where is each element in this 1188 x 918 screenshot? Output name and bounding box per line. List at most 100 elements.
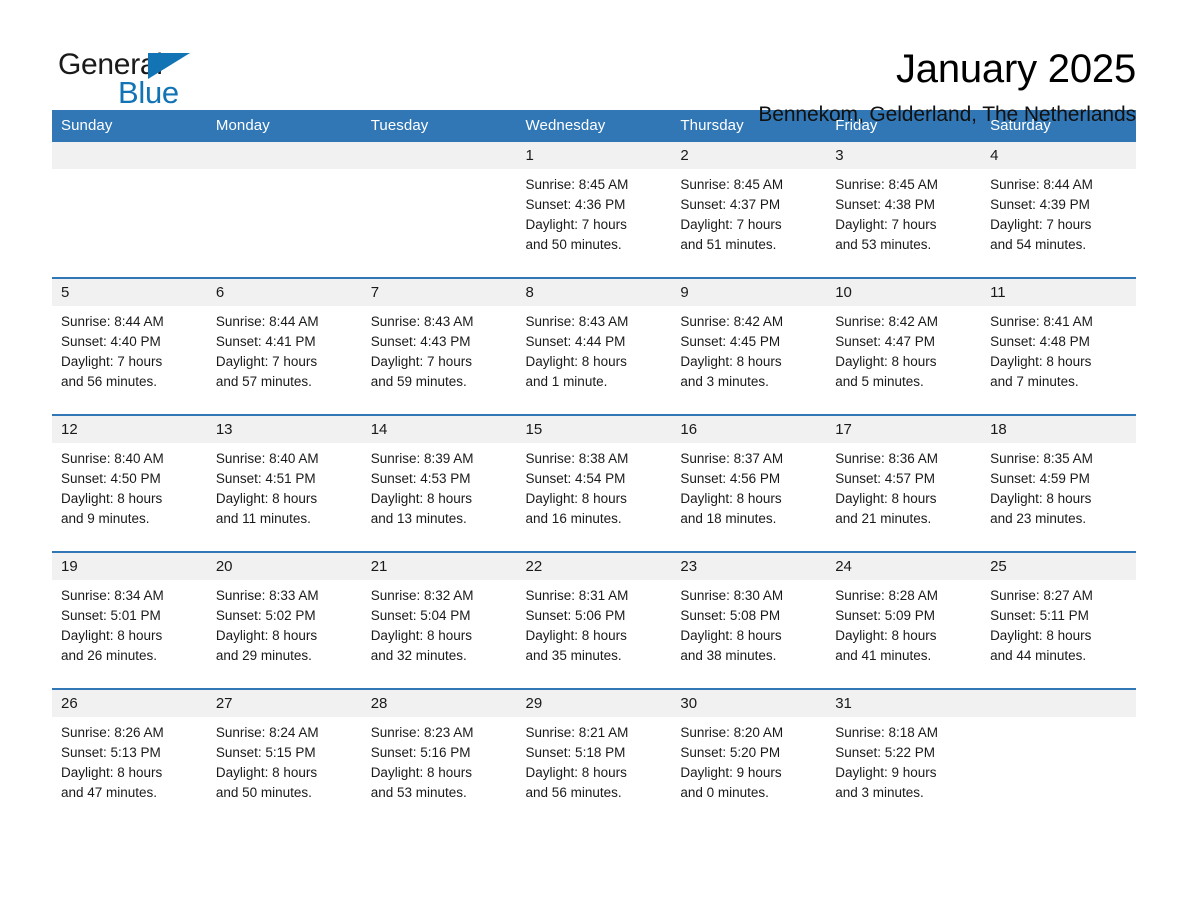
calendar-day-cell[interactable]: 3 Sunrise: 8:45 AM Sunset: 4:38 PM Daylight… — [826, 142, 982, 278]
daylight-text-line2: and 56 minutes. — [525, 785, 622, 800]
sunrise-text: Sunrise: 8:43 AM — [370, 314, 474, 329]
day-details: Sunrise: 8:42 AM Sunset: 4:45 PM Daylight:… — [671, 306, 826, 392]
calendar-day-cell[interactable]: 26 Sunrise: 8:26 AM Sunset: 5:13 PM Dayligh… — [52, 688, 207, 825]
calendar-day-cell[interactable]: 18 Sunrise: 8:35 AM Sunset: 4:59 PM Dayligh… — [981, 414, 1136, 552]
daylight-text-line1: Daylight: 8 hours — [370, 491, 472, 506]
calendar-day-cell[interactable]: 16 Sunrise: 8:37 AM Sunset: 4:56 PM Dayligh… — [671, 414, 827, 552]
day-number: 10 — [826, 279, 982, 306]
calendar-day-cell[interactable]: 14 Sunrise: 8:39 AM Sunset: 4:53 PM Dayligh… — [361, 414, 517, 552]
sunrise-text: Sunrise: 8:20 AM — [680, 725, 784, 740]
day-number: 5 — [52, 279, 207, 306]
sunset-text: Sunset: 5:16 PM — [370, 745, 471, 760]
calendar-day-cell[interactable]: 12 Sunrise: 8:40 AM Sunset: 4:50 PM Dayligh… — [52, 414, 207, 552]
calendar-day-cell[interactable]: 29 Sunrise: 8:21 AM Sunset: 5:18 PM Dayligh… — [516, 688, 672, 825]
calendar-page: General Blue January 2025 Bennekom, Geld… — [0, 0, 1188, 918]
sunrise-text: Sunrise: 8:39 AM — [370, 451, 474, 466]
calendar-day-cell[interactable]: 19 Sunrise: 8:34 AM Sunset: 5:01 PM Dayligh… — [52, 551, 207, 689]
day-details: Sunrise: 8:44 AM Sunset: 4:40 PM Daylight:… — [52, 306, 207, 392]
calendar-week-row: 26 Sunrise: 8:26 AM Sunset: 5:13 PM Dayligh… — [52, 688, 1136, 825]
sunset-text: Sunset: 5:01 PM — [61, 608, 161, 623]
calendar-day-cell[interactable]: 6 Sunrise: 8:44 AM Sunset: 4:41 PM Daylight… — [206, 277, 362, 415]
daylight-text-line1: Daylight: 8 hours — [525, 628, 627, 643]
calendar-day-cell[interactable]: 13 Sunrise: 8:40 AM Sunset: 4:51 PM Dayligh… — [206, 414, 362, 552]
day-number: 2 — [671, 142, 827, 169]
day-details: Sunrise: 8:37 AM Sunset: 4:56 PM Daylight:… — [671, 443, 826, 529]
calendar-day-cell[interactable]: 21 Sunrise: 8:32 AM Sunset: 5:04 PM Dayligh… — [361, 551, 517, 689]
calendar-day-cell[interactable]: 1 Sunrise: 8:45 AM Sunset: 4:36 PM Daylight… — [516, 142, 672, 278]
daylight-text-line1: Daylight: 7 hours — [370, 354, 472, 369]
sunrise-text: Sunrise: 8:44 AM — [61, 314, 164, 329]
daylight-text-line2: and 11 minutes. — [215, 511, 311, 526]
calendar-week-row: 1 Sunrise: 8:45 AM Sunset: 4:36 PM Daylight… — [52, 142, 1136, 278]
daylight-text-line1: Daylight: 8 hours — [61, 765, 163, 780]
sunrise-text: Sunrise: 8:45 AM — [525, 177, 629, 192]
title-block: January 2025 Bennekom, Gelderland, The N… — [222, 46, 1136, 128]
day-number: 25 — [981, 553, 1136, 580]
daylight-text-line1: Daylight: 8 hours — [61, 491, 163, 506]
calendar-day-cell[interactable]: 11 Sunrise: 8:41 AM Sunset: 4:48 PM Dayligh… — [981, 277, 1136, 415]
sunset-text: Sunset: 4:43 PM — [370, 334, 471, 349]
day-details: Sunrise: 8:45 AM Sunset: 4:36 PM Daylight:… — [517, 169, 672, 255]
daylight-text-line1: Daylight: 8 hours — [61, 628, 163, 643]
day-number — [981, 690, 1136, 717]
daylight-text-line2: and 57 minutes. — [215, 374, 312, 389]
sunset-text: Sunset: 4:53 PM — [370, 471, 471, 486]
daylight-text-line1: Daylight: 8 hours — [680, 354, 782, 369]
calendar-day-cell[interactable]: 15 Sunrise: 8:38 AM Sunset: 4:54 PM Dayligh… — [516, 414, 672, 552]
calendar-day-cell[interactable]: 22 Sunrise: 8:31 AM Sunset: 5:06 PM Dayligh… — [516, 551, 672, 689]
sunset-text: Sunset: 4:39 PM — [990, 197, 1090, 212]
day-details: Sunrise: 8:38 AM Sunset: 4:54 PM Daylight:… — [517, 443, 672, 529]
calendar-day-cell[interactable]: 9 Sunrise: 8:42 AM Sunset: 4:45 PM Daylight… — [671, 277, 827, 415]
day-number: 29 — [516, 690, 672, 717]
day-number: 1 — [516, 142, 672, 169]
day-number: 16 — [671, 416, 827, 443]
sunrise-text: Sunrise: 8:28 AM — [835, 588, 939, 603]
daylight-text-line2: and 50 minutes. — [525, 237, 622, 252]
day-details: Sunrise: 8:44 AM Sunset: 4:39 PM Daylight:… — [981, 169, 1136, 255]
daylight-text-line1: Daylight: 8 hours — [370, 628, 472, 643]
calendar-day-cell[interactable]: 10 Sunrise: 8:42 AM Sunset: 4:47 PM Dayligh… — [826, 277, 982, 415]
calendar-day-cell[interactable]: 27 Sunrise: 8:24 AM Sunset: 5:15 PM Dayligh… — [206, 688, 362, 825]
daylight-text-line1: Daylight: 7 hours — [525, 217, 627, 232]
day-number: 30 — [671, 690, 827, 717]
daylight-text-line2: and 29 minutes. — [215, 648, 312, 663]
calendar-day-cell[interactable]: 31 Sunrise: 8:18 AM Sunset: 5:22 PM Dayligh… — [826, 688, 982, 825]
sunrise-text: Sunrise: 8:44 AM — [215, 314, 319, 329]
calendar-day-cell[interactable]: 2 Sunrise: 8:45 AM Sunset: 4:37 PM Daylight… — [671, 142, 827, 278]
calendar-day-cell[interactable]: 5 Sunrise: 8:44 AM Sunset: 4:40 PM Daylight… — [52, 277, 207, 415]
daylight-text-line1: Daylight: 8 hours — [835, 628, 937, 643]
day-number: 8 — [516, 279, 672, 306]
day-details: Sunrise: 8:21 AM Sunset: 5:18 PM Daylight:… — [517, 717, 672, 803]
sunset-text: Sunset: 5:02 PM — [215, 608, 316, 623]
day-details: Sunrise: 8:45 AM Sunset: 4:37 PM Daylight:… — [671, 169, 826, 255]
day-details: Sunrise: 8:34 AM Sunset: 5:01 PM Daylight:… — [52, 580, 207, 666]
daylight-text-line1: Daylight: 7 hours — [215, 354, 318, 369]
daylight-text-line1: Daylight: 8 hours — [215, 491, 318, 506]
calendar-day-cell[interactable]: 24 Sunrise: 8:28 AM Sunset: 5:09 PM Dayligh… — [826, 551, 982, 689]
calendar-day-cell[interactable]: 30 Sunrise: 8:20 AM Sunset: 5:20 PM Dayligh… — [671, 688, 827, 825]
calendar-day-cell[interactable]: 23 Sunrise: 8:30 AM Sunset: 5:08 PM Dayligh… — [671, 551, 827, 689]
daylight-text-line1: Daylight: 8 hours — [525, 354, 627, 369]
sunset-text: Sunset: 5:08 PM — [680, 608, 781, 623]
calendar-day-cell[interactable]: 28 Sunrise: 8:23 AM Sunset: 5:16 PM Dayligh… — [361, 688, 517, 825]
day-number: 26 — [52, 690, 207, 717]
sunrise-text: Sunrise: 8:32 AM — [370, 588, 474, 603]
sunset-text: Sunset: 4:40 PM — [61, 334, 161, 349]
daylight-text-line1: Daylight: 8 hours — [835, 491, 937, 506]
daylight-text-line2: and 26 minutes. — [61, 648, 158, 663]
calendar-day-cell[interactable]: 20 Sunrise: 8:33 AM Sunset: 5:02 PM Dayligh… — [206, 551, 362, 689]
daylight-text-line2: and 13 minutes. — [370, 511, 467, 526]
calendar-day-cell[interactable]: 25 Sunrise: 8:27 AM Sunset: 5:11 PM Dayligh… — [981, 551, 1136, 689]
day-number — [361, 142, 517, 169]
daylight-text-line1: Daylight: 8 hours — [370, 765, 472, 780]
calendar-day-cell[interactable]: 4 Sunrise: 8:44 AM Sunset: 4:39 PM Daylight… — [981, 142, 1136, 278]
day-details: Sunrise: 8:44 AM Sunset: 4:41 PM Daylight:… — [207, 306, 362, 392]
page-title: January 2025 — [895, 47, 1136, 91]
daylight-text-line1: Daylight: 8 hours — [990, 628, 1092, 643]
calendar-day-cell[interactable]: 7 Sunrise: 8:43 AM Sunset: 4:43 PM Daylight… — [361, 277, 517, 415]
day-number: 9 — [671, 279, 827, 306]
calendar-day-cell[interactable]: 8 Sunrise: 8:43 AM Sunset: 4:44 PM Daylight… — [516, 277, 672, 415]
daylight-text-line1: Daylight: 9 hours — [680, 765, 782, 780]
calendar-day-cell[interactable]: 17 Sunrise: 8:36 AM Sunset: 4:57 PM Dayligh… — [826, 414, 982, 552]
sunset-text: Sunset: 4:59 PM — [990, 471, 1090, 486]
